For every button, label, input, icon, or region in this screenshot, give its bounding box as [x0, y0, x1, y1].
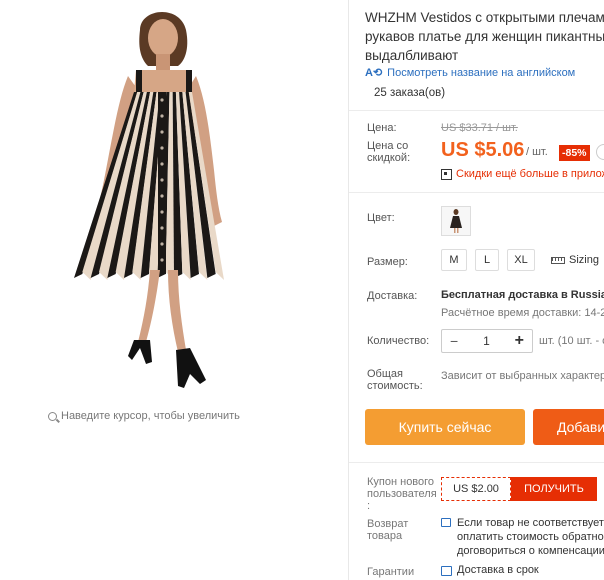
translate-link[interactable]: A⟲ Посмотреть название на английском: [365, 66, 576, 80]
sizing-link-text: Sizing: [569, 254, 599, 266]
model-neck: [156, 54, 170, 70]
color-swatch-image: [450, 209, 462, 233]
zoom-hint: Наведите курсор, чтобы увеличить: [48, 410, 240, 422]
model-left-leg: [138, 270, 160, 342]
product-info: WHZHM Vestidos с открытыми плечами рукав…: [349, 0, 604, 580]
dress-button: [160, 258, 164, 262]
qr-code-icon: [441, 168, 452, 180]
translate-link-text: Посмотреть название на английском: [387, 66, 576, 79]
dress-button: [160, 178, 164, 182]
ruler-icon: [551, 256, 565, 264]
dress-button: [160, 162, 164, 166]
dress-strap: [186, 70, 192, 92]
sizing-link[interactable]: Sizing: [551, 254, 599, 266]
quantity-input[interactable]: 1: [483, 334, 490, 348]
discount-badge: -85%: [559, 145, 590, 161]
divider: [349, 192, 604, 193]
product-title-line: WHZHM Vestidos с открытыми плечами: [365, 10, 604, 25]
sale-price: US $5.06: [441, 139, 525, 161]
dress-button: [160, 226, 164, 230]
total-note: Зависит от выбранных характер: [441, 370, 604, 382]
returns-line: договориться о компенсации: [457, 545, 604, 557]
app-promo[interactable]: Скидки ещё больше в прилож: [441, 168, 604, 180]
quantity-stepper: − 1 +: [441, 329, 533, 353]
quantity-note: шт. (10 шт. - с: [539, 335, 604, 347]
model-chest: [134, 70, 192, 92]
original-price: US $33.71 / шт.: [441, 122, 518, 134]
coupon-value: US $2.00: [441, 477, 511, 501]
discount-price-label: Цена со скидкой:: [367, 140, 411, 164]
dress-button: [160, 146, 164, 150]
zoom-hint-text: Наведите курсор, чтобы увеличить: [61, 410, 240, 422]
guarantee-label: Гарантии: [367, 566, 415, 578]
product-image[interactable]: [0, 0, 348, 405]
model-face: [148, 19, 178, 57]
quantity-label: Количество:: [367, 335, 430, 347]
returns-label: Возврат товара: [367, 518, 409, 542]
total-label: Общая стоимость:: [367, 368, 423, 392]
color-label: Цвет:: [367, 212, 395, 224]
dress-placket: [158, 92, 166, 274]
magnifier-icon: [48, 411, 57, 421]
returns-text: Если товар не соответствует оплатить сто…: [457, 516, 604, 558]
price-unit: / шт.: [526, 146, 548, 158]
model-right-leg: [168, 270, 186, 352]
size-option-m[interactable]: M: [441, 249, 467, 271]
buy-now-button[interactable]: Купить сейчас: [365, 409, 525, 445]
product-title-line: рукавов платье для женщин пикантные: [365, 29, 604, 44]
dress-button: [160, 130, 164, 134]
product-title-line: выдалбливают: [365, 48, 459, 63]
divider: [349, 110, 604, 111]
quantity-increase-button[interactable]: +: [515, 332, 524, 350]
add-to-cart-button[interactable]: Добавит: [533, 409, 604, 445]
dress-button: [160, 114, 164, 118]
returns-line: оплатить стоимость обратной: [457, 531, 604, 543]
price-label: Цена:: [367, 122, 397, 134]
shipping-method[interactable]: Бесплатная доставка в Russian: [441, 289, 604, 301]
returns-line: Если товар не соответствует: [457, 517, 604, 529]
product-title: WHZHM Vestidos с открытыми плечами рукав…: [365, 8, 604, 65]
color-swatch[interactable]: [441, 206, 471, 236]
info-icon[interactable]: [596, 144, 604, 160]
dress-button: [160, 194, 164, 198]
quantity-decrease-button[interactable]: −: [450, 333, 458, 349]
orders-count: 25 заказа(ов): [374, 87, 446, 99]
translate-icon: A⟲: [365, 67, 383, 79]
divider: [349, 462, 604, 463]
dress-button: [160, 210, 164, 214]
app-promo-text: Скидки ещё больше в прилож: [456, 168, 604, 180]
model-right-shoe: [176, 348, 206, 388]
guarantee-text: Доставка в срок: [457, 564, 539, 576]
dress-button: [160, 98, 164, 102]
dress-strap: [136, 70, 142, 92]
shipping-label: Доставка:: [367, 290, 418, 302]
delivery-icon: [441, 566, 452, 576]
size-option-l[interactable]: L: [475, 249, 499, 271]
model-left-shoe: [128, 340, 152, 364]
get-coupon-button[interactable]: ПОЛУЧИТЬ: [511, 477, 597, 501]
dress-button: [160, 242, 164, 246]
size-option-xl[interactable]: XL: [507, 249, 535, 271]
size-label: Размер:: [367, 256, 408, 268]
product-image-gallery[interactable]: [0, 0, 348, 405]
shipping-estimate: Расчётное время доставки: 14-2: [441, 307, 604, 319]
coupon-label: Купон нового пользователя :: [367, 476, 437, 512]
returns-icon: [441, 518, 451, 527]
